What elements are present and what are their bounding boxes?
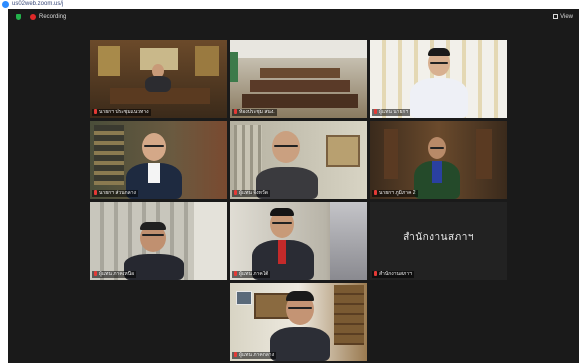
video-tile-5[interactable]: ผู้แทน จังหวัด xyxy=(230,121,367,199)
participant-name: ผู้แทน ภาคกลาง xyxy=(232,352,277,359)
video-tile-1[interactable]: นายกฯ ประชุมแนวทาง xyxy=(90,40,227,118)
video-tile-8[interactable]: ผู้แทน ภาคใต้ xyxy=(230,202,367,280)
mic-muted-icon xyxy=(234,271,237,276)
mic-muted-icon xyxy=(94,109,97,114)
window-title: us02web.zoom.us/j xyxy=(12,1,64,7)
participant-name: ผู้แทน นายกฯ xyxy=(372,109,411,116)
video-tile-6[interactable]: นายกฯ ภูมิภาค 2 xyxy=(370,121,507,199)
participant-name: ผู้แทน ภาคใต้ xyxy=(232,271,271,278)
recording-icon xyxy=(30,14,36,20)
zoom-meeting-window: Recording View นายกฯ ประชุมแนวทาง ห้องปร… xyxy=(8,9,579,363)
video-tile-7[interactable]: ผู้แทน ภาคเหนือ xyxy=(90,202,227,280)
video-tile-4[interactable]: นายกฯ ส่วนกลาง xyxy=(90,121,227,199)
view-label: View xyxy=(560,14,573,20)
meeting-topbar: Recording View xyxy=(8,9,579,25)
video-tile-2[interactable]: ห้องประชุม สนง. xyxy=(230,40,367,118)
browser-titlebar: us02web.zoom.us/j xyxy=(0,0,579,9)
participant-name: ห้องประชุม สนง. xyxy=(232,109,277,116)
grid-view-icon xyxy=(553,14,559,19)
mic-muted-icon xyxy=(234,352,237,357)
mic-muted-icon xyxy=(94,271,97,276)
participant-placeholder-text: สำนักงานสภาฯ xyxy=(403,232,474,243)
video-tile-3[interactable]: ผู้แทน นายกฯ xyxy=(370,40,507,118)
recording-label[interactable]: Recording xyxy=(39,12,66,22)
participant-name: ผู้แทน จังหวัด xyxy=(232,190,270,197)
mic-muted-icon xyxy=(94,190,97,195)
participant-name: ผู้แทน ภาคเหนือ xyxy=(92,271,137,278)
participant-name: นายกฯ ประชุมแนวทาง xyxy=(92,109,151,116)
mic-muted-icon xyxy=(234,190,237,195)
mic-muted-icon xyxy=(374,190,377,195)
security-shield-icon[interactable] xyxy=(16,14,21,20)
mic-muted-icon xyxy=(374,271,377,276)
participant-name: สำนักงานสภาฯ xyxy=(372,271,414,278)
video-tile-10[interactable]: ผู้แทน ภาคกลาง xyxy=(230,283,367,361)
zoom-logo-icon xyxy=(2,1,9,8)
mic-muted-icon xyxy=(374,109,377,114)
participant-name: นายกฯ ภูมิภาค 2 xyxy=(372,190,418,197)
mic-muted-icon xyxy=(234,109,237,114)
participant-name: นายกฯ ส่วนกลาง xyxy=(92,190,138,197)
video-tile-9[interactable]: สำนักงานสภาฯ สำนักงานสภาฯ xyxy=(370,202,507,280)
view-button[interactable]: View xyxy=(553,12,573,22)
